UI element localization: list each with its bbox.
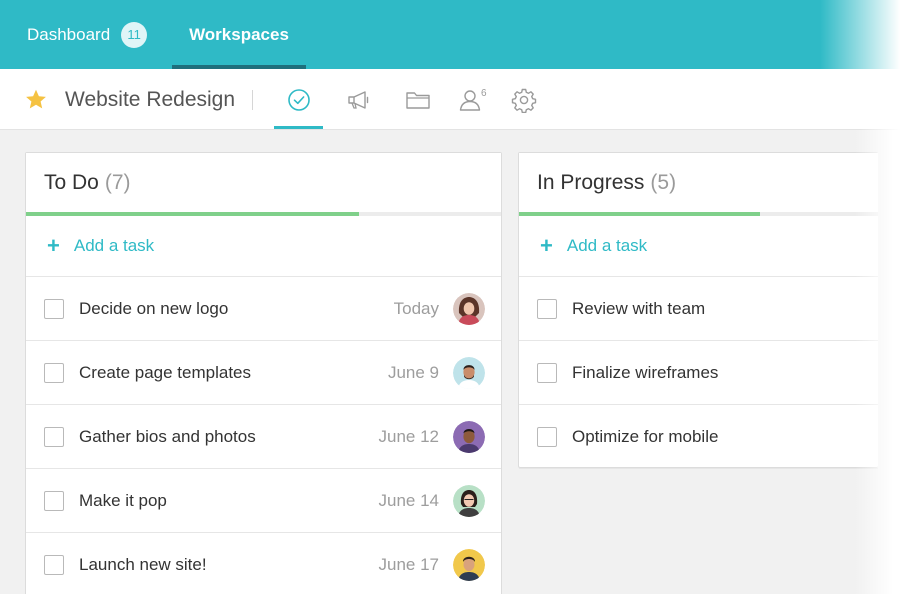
task-row[interactable]: Optimize for mobile <box>519 405 878 469</box>
task-name: Decide on new logo <box>79 298 229 318</box>
edge-fade <box>820 0 900 69</box>
task-checkbox[interactable] <box>44 554 64 575</box>
add-task-label: Add a task <box>73 236 155 255</box>
tab-workspaces[interactable]: Workspaces <box>172 0 306 69</box>
task-name: Create page templates <box>79 362 251 382</box>
people-count: 6 <box>481 88 487 99</box>
top-nav-bar: Dashboard 11 Workspaces <box>0 0 900 69</box>
task-due-date: June 9 <box>387 362 439 382</box>
task-checkbox[interactable] <box>537 362 557 383</box>
task-checkbox[interactable] <box>537 298 557 319</box>
task-due-date: June 12 <box>378 426 440 446</box>
task-row[interactable]: Decide on new logo Today <box>26 277 501 341</box>
task-name: Finalize wireframes <box>572 362 719 382</box>
task-name: Launch new site! <box>79 554 207 574</box>
task-checkbox[interactable] <box>537 426 557 447</box>
task-name: Review with team <box>572 298 706 318</box>
task-name: Optimize for mobile <box>572 426 719 446</box>
task-row[interactable]: Gather bios and photos June 12 <box>26 405 501 469</box>
task-checkbox[interactable] <box>44 298 64 319</box>
megaphone-icon[interactable] <box>346 87 372 113</box>
task-due-date: Today <box>393 298 439 318</box>
edge-fade <box>855 130 900 594</box>
project-header: Website Redesign 6 <box>0 69 900 130</box>
add-task-label: Add a task <box>566 236 648 255</box>
column-count: (5) <box>650 170 677 194</box>
tasks-check-icon[interactable] <box>286 87 312 113</box>
tab-dashboard[interactable]: Dashboard 11 <box>27 0 148 69</box>
column-count: (7) <box>104 170 131 194</box>
notification-badge: 11 <box>121 21 148 48</box>
tab-workspaces-label: Workspaces <box>189 24 289 44</box>
task-checkbox[interactable] <box>44 490 64 511</box>
task-row[interactable]: Finalize wireframes <box>519 341 878 405</box>
task-name: Gather bios and photos <box>79 426 256 446</box>
star-icon[interactable] <box>24 88 48 112</box>
column-progress-fill <box>519 212 760 216</box>
column-in-progress: In Progress (5) + Add a task Review with… <box>518 152 878 469</box>
task-checkbox[interactable] <box>44 426 64 447</box>
folder-icon[interactable] <box>405 87 431 113</box>
gear-icon[interactable] <box>511 87 537 113</box>
edge-fade <box>860 69 900 130</box>
task-row[interactable]: Review with team <box>519 277 878 341</box>
column-to-do: To Do (7) + Add a task Decide on new log… <box>25 152 502 594</box>
plus-icon: + <box>47 233 60 258</box>
divider <box>252 90 253 110</box>
column-progress-bar <box>26 212 501 216</box>
avatar[interactable] <box>453 548 485 581</box>
tab-dashboard-label: Dashboard <box>27 24 111 44</box>
task-row[interactable]: Create page templates June 9 <box>26 341 501 405</box>
task-board: To Do (7) + Add a task Decide on new log… <box>0 130 900 594</box>
task-row[interactable]: Make it pop June 14 <box>26 469 501 533</box>
add-task-button[interactable]: + Add a task <box>519 216 878 277</box>
column-title: In Progress <box>537 170 645 194</box>
column-header: To Do (7) <box>26 153 501 212</box>
column-progress-fill <box>26 212 359 216</box>
column-header: In Progress (5) <box>519 153 878 212</box>
task-row[interactable]: Launch new site! June 17 <box>26 533 501 594</box>
task-due-date: June 14 <box>378 490 440 510</box>
avatar[interactable] <box>453 484 485 517</box>
task-name: Make it pop <box>79 490 167 510</box>
avatar[interactable] <box>453 420 485 453</box>
column-progress-bar <box>519 212 878 216</box>
column-title: To Do <box>44 170 99 194</box>
avatar[interactable] <box>453 356 485 389</box>
project-title: Website Redesign <box>65 88 236 111</box>
add-task-button[interactable]: + Add a task <box>26 216 501 277</box>
plus-icon: + <box>540 233 553 258</box>
avatar[interactable] <box>453 292 485 325</box>
task-due-date: June 17 <box>378 554 440 574</box>
task-checkbox[interactable] <box>44 362 64 383</box>
active-tool-indicator <box>274 126 323 129</box>
